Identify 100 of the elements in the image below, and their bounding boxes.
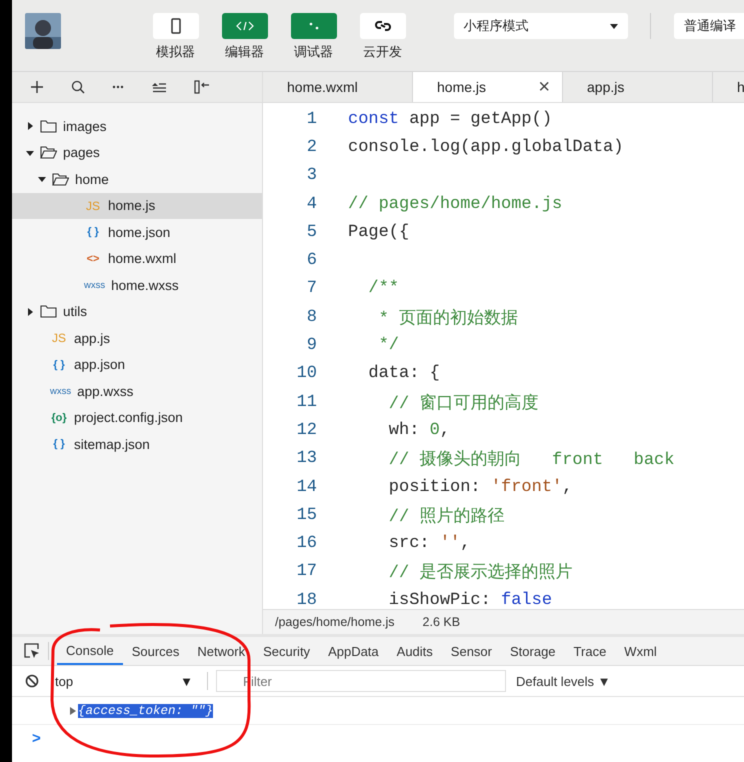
- line-number: 16: [296, 534, 317, 554]
- file-type-icon: <>: [84, 252, 102, 265]
- devtools-tab[interactable]: Wxml: [615, 637, 666, 665]
- code-line: * 页面的初始数据: [378, 308, 518, 329]
- devtools-tab[interactable]: Sources: [122, 637, 188, 665]
- folder-icon: [40, 146, 57, 160]
- tree-item[interactable]: home: [12, 166, 262, 192]
- devtools-tab[interactable]: AppData: [319, 637, 388, 665]
- toolbar-label: 模拟器: [156, 43, 196, 61]
- tree-item[interactable]: images: [12, 113, 262, 140]
- code-line: // pages/home/home.js: [348, 194, 562, 214]
- folder-icon: [52, 172, 69, 186]
- code-icon: [236, 21, 254, 31]
- toolbar-label: 编辑器: [225, 43, 264, 61]
- code-line: // 是否展示选择的照片: [388, 562, 572, 584]
- expand-caret-icon[interactable]: [70, 706, 76, 714]
- code-line: const app = getApp(): [348, 110, 552, 129]
- tree-item[interactable]: <> home.wxml: [12, 246, 262, 272]
- more-icon[interactable]: [112, 85, 124, 89]
- line-number: 4: [306, 194, 317, 214]
- tree-item[interactable]: { } app.json: [12, 352, 262, 378]
- search-icon[interactable]: [71, 80, 85, 94]
- code-line: // 照片的路径: [388, 506, 504, 527]
- line-number: 9: [306, 336, 317, 356]
- file-type-icon: wxss: [50, 386, 72, 397]
- levels-dropdown[interactable]: Default levels ▼: [516, 674, 611, 688]
- tree-item[interactable]: { } home.json: [12, 219, 262, 246]
- line-number: 12: [296, 420, 317, 440]
- view-toggle[interactable]: [222, 13, 268, 39]
- phone-icon: [170, 18, 181, 34]
- view-toggle[interactable]: [290, 13, 337, 39]
- line-number: 17: [296, 562, 317, 582]
- toolbar-label: 调试器: [294, 43, 334, 61]
- file-type-icon: { }: [50, 358, 68, 371]
- file-type-icon: {o}: [50, 412, 68, 424]
- editor-tab[interactable]: h: [713, 72, 744, 102]
- console-prompt[interactable]: >: [32, 730, 41, 746]
- devtools-tab[interactable]: Trace: [564, 637, 616, 665]
- close-icon[interactable]: ×: [538, 76, 550, 98]
- line-number: 14: [296, 478, 317, 496]
- view-toggle[interactable]: [360, 13, 406, 39]
- view-toggle[interactable]: [152, 13, 199, 39]
- devtools-tab[interactable]: Storage: [501, 637, 565, 665]
- file-type-icon: { }: [84, 226, 102, 238]
- add-icon[interactable]: [30, 80, 44, 94]
- code-line: */: [378, 336, 400, 356]
- link-icon: [374, 19, 391, 33]
- code-line: // 窗口可用的高度: [388, 392, 538, 414]
- inspect-icon[interactable]: [24, 643, 40, 659]
- collapse-icon[interactable]: [194, 80, 210, 94]
- code-line: data: {: [367, 364, 440, 384]
- line-number: 10: [296, 364, 317, 384]
- devtools-tab[interactable]: Sensor: [442, 637, 501, 665]
- dots-icon: [308, 22, 319, 30]
- file-type-icon: JS: [84, 198, 102, 213]
- compile-button[interactable]: 普通编译: [674, 13, 744, 39]
- tree-item[interactable]: pages: [12, 140, 262, 166]
- line-number: 15: [296, 506, 317, 525]
- tree-item[interactable]: wxss home.wxss: [12, 272, 262, 298]
- tree-item[interactable]: JS home.js: [12, 192, 262, 219]
- caret-icon: [610, 24, 618, 28]
- tree-item[interactable]: wxss app.wxss: [12, 378, 262, 404]
- outline-icon[interactable]: [151, 81, 167, 93]
- code-line: isShowPic: false: [388, 590, 552, 609]
- line-number: 6: [306, 251, 317, 270]
- line-number: 11: [296, 392, 317, 412]
- line-number: 5: [306, 222, 317, 242]
- code-line: position: 'front',: [388, 478, 572, 496]
- code-line: console.log(app.globalData): [348, 138, 624, 157]
- file-type-icon: { }: [50, 438, 68, 450]
- devtools-tab[interactable]: Network: [188, 637, 254, 665]
- editor-tab[interactable]: app.js: [563, 72, 713, 102]
- line-number: 2: [306, 138, 317, 157]
- code-line: /**: [367, 279, 400, 298]
- mode-dropdown[interactable]: 小程序模式: [454, 13, 628, 39]
- file-type-icon: wxss: [84, 280, 106, 291]
- line-number: 3: [306, 166, 317, 186]
- folder-icon: [40, 305, 57, 318]
- code-line: Page({: [348, 222, 410, 242]
- file-size: 2.6 KB: [422, 615, 460, 629]
- tree-item[interactable]: {o} project.config.json: [12, 404, 262, 431]
- line-number: 13: [296, 449, 317, 468]
- file-path: /pages/home/home.js: [275, 615, 395, 629]
- tree-item[interactable]: JS app.js: [12, 325, 262, 352]
- tree-item[interactable]: utils: [12, 298, 262, 325]
- devtools-tab[interactable]: Security: [254, 637, 320, 665]
- line-number: 1: [306, 110, 317, 129]
- toolbar-label: 云开发: [363, 43, 402, 61]
- code-line: wh: 0,: [388, 420, 450, 440]
- avatar[interactable]: [25, 13, 61, 49]
- folder-icon: [40, 120, 57, 133]
- clear-icon[interactable]: [25, 674, 39, 688]
- devtools-tab[interactable]: Audits: [388, 637, 442, 665]
- tree-item[interactable]: { } sitemap.json: [12, 431, 262, 458]
- devtools-tab[interactable]: Console: [57, 637, 123, 665]
- editor-tab[interactable]: home.js ×: [413, 72, 563, 102]
- context-dropdown[interactable]: top ▼: [49, 674, 199, 688]
- line-number: 8: [306, 308, 317, 327]
- console-output: {access_token: ""}: [78, 704, 214, 718]
- file-type-icon: JS: [50, 331, 68, 346]
